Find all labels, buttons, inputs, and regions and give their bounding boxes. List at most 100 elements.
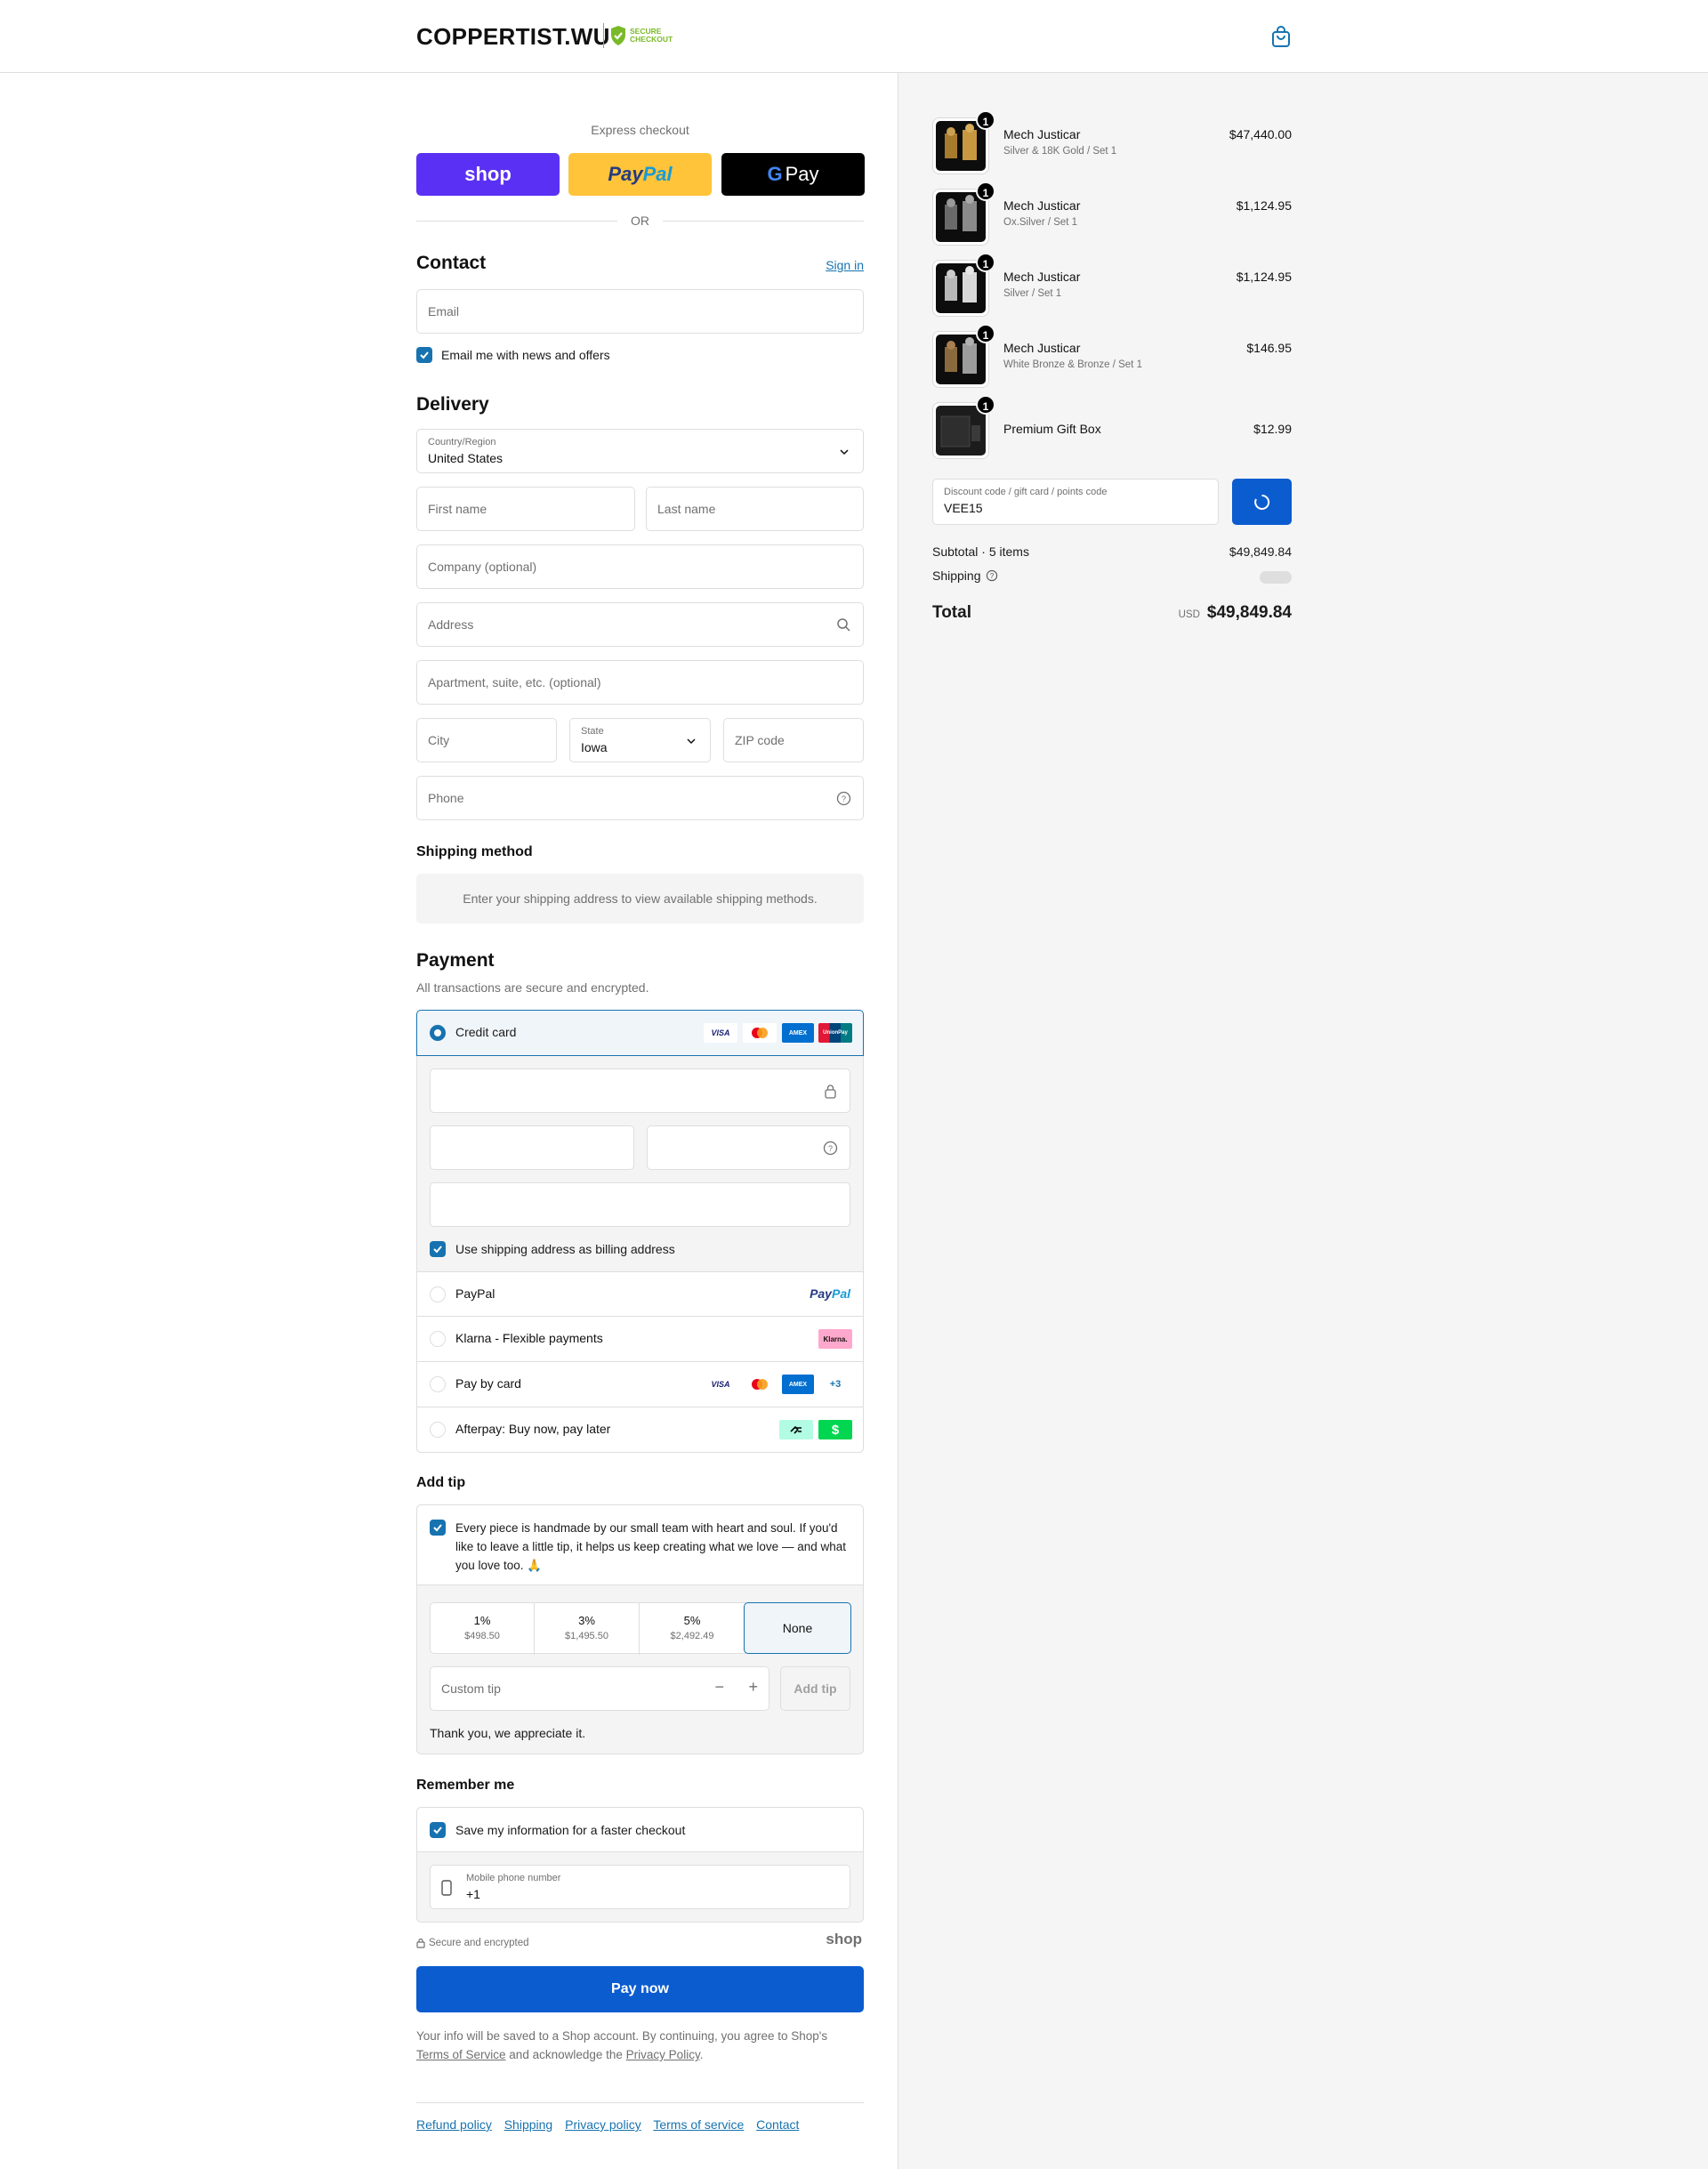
payment-heading: Payment (416, 950, 495, 971)
pay-by-card-option[interactable]: Pay by card VISA AMEX +3 (417, 1361, 863, 1407)
tip-option-5[interactable]: 5% $2,492.49 (640, 1603, 745, 1655)
amex-icon: AMEX (782, 1023, 814, 1043)
state-select[interactable]: State Iowa (569, 718, 711, 762)
help-circle-icon[interactable]: ? (986, 569, 998, 582)
shop-pay-button[interactable]: shop (416, 153, 560, 196)
increment-icon[interactable]: + (748, 1678, 758, 1697)
apartment-field[interactable]: Apartment, suite, etc. (optional) (416, 660, 864, 705)
tip-option-1[interactable]: 1% $498.50 (431, 1603, 535, 1655)
discount-code-field[interactable]: Discount code / gift card / points code … (932, 479, 1219, 525)
shipping-method-notice: Enter your shipping address to view avai… (416, 874, 864, 923)
expiry-field[interactable] (430, 1125, 634, 1170)
total-value: $49,849.84 (1206, 603, 1292, 622)
tip-section: Every piece is handmade by our small tea… (416, 1504, 864, 1754)
shopping-bag-icon[interactable] (1270, 25, 1292, 48)
afterpay-icon (779, 1420, 813, 1439)
news-offers-checkbox[interactable] (416, 347, 432, 363)
checkout-header: COPPERTIST.WU SECURE CHECKOUT (0, 0, 1708, 73)
refund-policy-link[interactable]: Refund policy (416, 2117, 492, 2132)
sign-in-link[interactable]: Sign in (826, 258, 864, 272)
svg-text:?: ? (989, 572, 994, 580)
paypal-option[interactable]: PayPal PayPal (417, 1271, 863, 1316)
card-number-field[interactable] (430, 1068, 850, 1113)
chevron-down-icon (840, 449, 849, 456)
news-offers-label: Email me with news and offers (441, 348, 610, 362)
amex-icon: AMEX (782, 1375, 814, 1394)
name-on-card-field[interactable] (430, 1182, 850, 1227)
lock-icon (825, 1084, 836, 1099)
credit-card-option[interactable]: Credit card VISA AMEX UnionPay (416, 1010, 864, 1056)
mobile-phone-icon (441, 1880, 452, 1896)
klarna-option[interactable]: Klarna - Flexible payments Klarna. (417, 1316, 863, 1361)
country-select[interactable]: Country/Region United States (416, 429, 864, 473)
shipping-policy-link[interactable]: Shipping (504, 2117, 553, 2132)
unionpay-icon: UnionPay (818, 1023, 852, 1043)
express-checkout-title: Express checkout (591, 123, 689, 137)
company-field[interactable]: Company (optional) (416, 544, 864, 589)
shop-privacy-link[interactable]: Privacy Policy (626, 2048, 700, 2061)
help-circle-icon[interactable]: ? (836, 791, 851, 806)
klarna-logo-icon: Klarna. (818, 1329, 852, 1349)
address-field[interactable]: Address (416, 602, 864, 647)
item-price: $1,124.95 (1236, 270, 1292, 284)
billing-same-checkbox[interactable] (430, 1241, 446, 1257)
quantity-badge: 1 (976, 253, 995, 272)
item-variant: White Bronze & Bronze / Set 1 (1003, 359, 1142, 370)
add-tip-button[interactable]: Add tip (780, 1666, 850, 1711)
search-icon (837, 618, 850, 632)
klarna-radio[interactable] (430, 1331, 446, 1347)
city-field[interactable]: City (416, 718, 557, 762)
payment-subtitle: All transactions are secure and encrypte… (416, 980, 649, 995)
quantity-badge: 1 (976, 181, 995, 201)
line-item: 1 Mech Justicar Ox.Silver / Set 1 $1,124… (932, 181, 1292, 246)
subtotal-label: Subtotal · 5 items (932, 544, 1029, 559)
mastercard-icon (743, 1023, 777, 1043)
pay-by-card-radio[interactable] (430, 1376, 446, 1392)
google-pay-button[interactable]: G Pay (721, 153, 865, 196)
decrement-icon[interactable]: − (714, 1678, 724, 1697)
google-g-icon: G (767, 163, 783, 185)
legal-text: Your info will be saved to a Shop accoun… (416, 2029, 828, 2061)
phone-field[interactable]: Phone ? (416, 776, 864, 820)
payment-methods: Credit card VISA AMEX UnionPay ? Use shi… (416, 1010, 864, 1453)
help-circle-icon[interactable]: ? (823, 1141, 838, 1156)
item-name: Premium Gift Box (1003, 422, 1101, 436)
afterpay-radio[interactable] (430, 1422, 446, 1438)
lock-icon (416, 1938, 425, 1948)
item-name: Mech Justicar (1003, 270, 1081, 284)
item-name: Mech Justicar (1003, 198, 1081, 213)
cash-app-icon: $ (818, 1420, 852, 1439)
tip-option-none[interactable]: None (744, 1602, 851, 1654)
save-info-checkbox[interactable] (430, 1822, 446, 1838)
svg-text:?: ? (842, 794, 846, 803)
tip-options: 1% $498.50 3% $1,495.50 5% $2,492.49 Non… (430, 1602, 851, 1655)
zip-field[interactable]: ZIP code (723, 718, 864, 762)
pay-now-button[interactable]: Pay now (416, 1966, 864, 2012)
custom-tip-field[interactable]: Custom tip − + (430, 1666, 769, 1711)
chevron-down-icon (687, 738, 696, 745)
contact-link[interactable]: Contact (756, 2117, 799, 2132)
item-name: Mech Justicar (1003, 127, 1081, 141)
check-icon (433, 1826, 442, 1834)
store-logo[interactable]: COPPERTIST.WU (416, 23, 610, 51)
terms-of-service-link[interactable]: Terms of service (653, 2117, 744, 2132)
paypal-radio[interactable] (430, 1286, 446, 1302)
email-field[interactable]: Email (416, 289, 864, 334)
last-name-field[interactable]: Last name (646, 487, 864, 531)
privacy-policy-link[interactable]: Privacy policy (565, 2117, 641, 2132)
item-price: $12.99 (1253, 422, 1292, 436)
security-code-field[interactable]: ? (647, 1125, 850, 1170)
shop-logo: shop (826, 1931, 862, 1947)
apply-discount-button[interactable] (1232, 479, 1292, 525)
save-info-label: Save my information for a faster checkou… (455, 1823, 686, 1837)
paypal-button[interactable]: Pay Pal (568, 153, 712, 196)
mobile-phone-field[interactable]: Mobile phone number +1 (430, 1865, 850, 1909)
credit-card-radio[interactable] (430, 1025, 446, 1041)
tip-option-3[interactable]: 3% $1,495.50 (535, 1603, 640, 1655)
tip-checkbox[interactable] (430, 1520, 446, 1536)
or-divider: OR (416, 212, 864, 230)
paypal-logo-icon: PayPal (810, 1286, 850, 1301)
afterpay-option[interactable]: Afterpay: Buy now, pay later $ (417, 1407, 863, 1452)
shop-terms-link[interactable]: Terms of Service (416, 2048, 506, 2061)
first-name-field[interactable]: First name (416, 487, 635, 531)
